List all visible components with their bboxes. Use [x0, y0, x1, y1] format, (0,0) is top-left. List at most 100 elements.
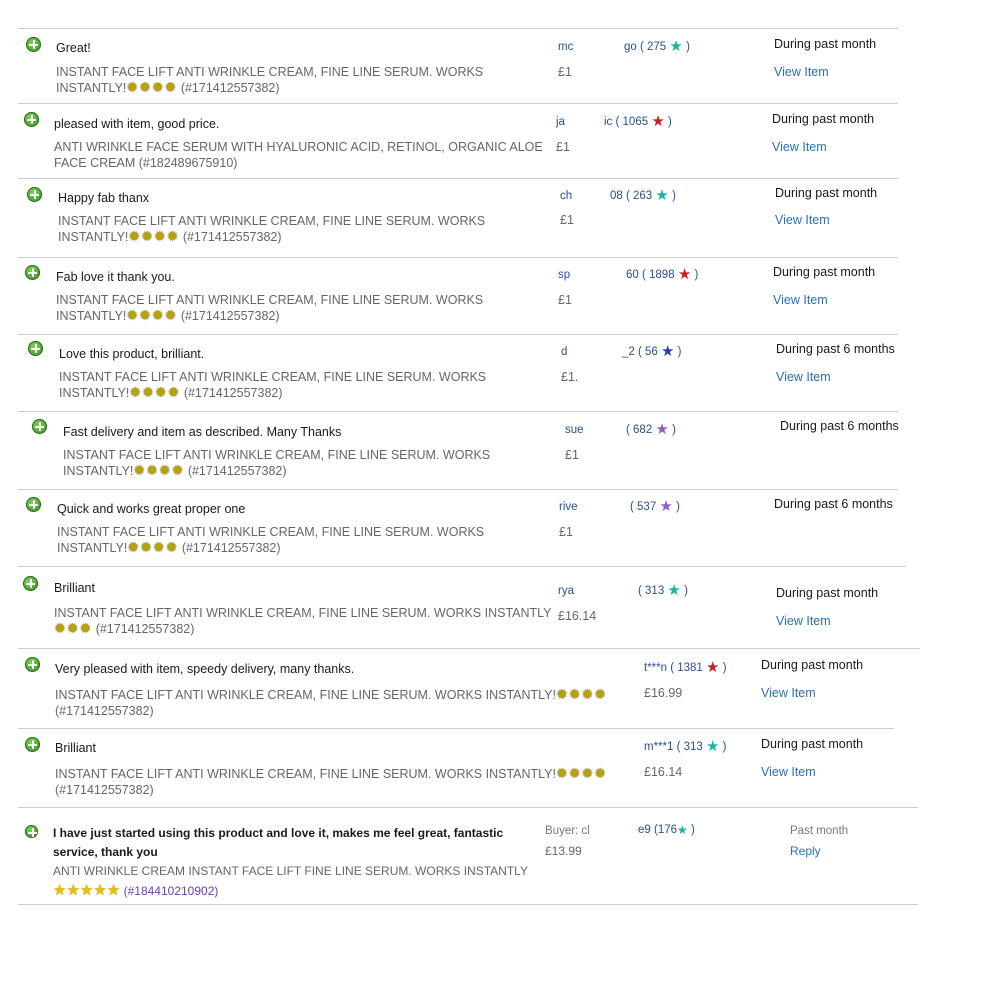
star-icon: ★	[706, 659, 720, 676]
item-number[interactable]: (#171412557382)	[188, 464, 287, 478]
sunburst-icon: ✹✹✹✹	[556, 686, 606, 702]
feedback-period: During past month	[761, 737, 864, 751]
item-number[interactable]: (#171412557382)	[181, 81, 280, 95]
sunburst-icon: ✹✹✹✹	[126, 79, 177, 95]
item-title: ANTI WRINKLE CREAM INSTANT FACE LIFT FIN…	[53, 864, 528, 899]
feedback-period: During past 6 months	[776, 342, 895, 356]
buyer-id[interactable]: Buyer: cl	[545, 825, 590, 837]
green-plus-icon	[24, 112, 39, 127]
buyer-score[interactable]: ( 682 ★ )	[626, 421, 676, 438]
green-plus-icon	[28, 341, 43, 356]
buyer-score[interactable]: 60 ( 1898 ★ )	[626, 267, 698, 282]
feedback-period: During past month	[773, 265, 876, 279]
green-plus-icon	[27, 187, 42, 202]
green-plus-icon	[32, 419, 47, 434]
feedback-row: Great! INSTANT FACE LIFT ANTI WRINKLE CR…	[18, 28, 898, 95]
price: £1	[558, 293, 572, 307]
green-plus-icon	[25, 737, 40, 752]
feedback-row: Brilliant INSTANT FACE LIFT ANTI WRINKLE…	[18, 728, 894, 797]
feedback-row: Brilliant INSTANT FACE LIFT ANTI WRINKLE…	[18, 566, 906, 636]
buyer-score[interactable]: m***1 ( 313 ★ )	[644, 738, 727, 755]
buyer-id[interactable]: d	[561, 346, 567, 358]
view-item-link[interactable]: View Item	[776, 370, 831, 384]
item-number[interactable]: (#171412557382)	[96, 622, 195, 636]
price: £1	[558, 65, 572, 79]
star-icon: ★	[655, 187, 669, 204]
star-icon: ★	[677, 823, 688, 837]
star-icon: ★	[661, 343, 675, 360]
feedback-comment: pleased with item, good price.	[54, 117, 220, 131]
item-title: INSTANT FACE LIFT ANTI WRINKLE CREAM, FI…	[63, 448, 491, 478]
feedback-comment: Great!	[56, 41, 91, 55]
feedback-period: During past 6 months	[774, 497, 893, 511]
view-item-link[interactable]: View Item	[761, 765, 816, 779]
view-item-link[interactable]: View Item	[773, 293, 828, 307]
green-plus-icon	[25, 657, 40, 672]
buyer-id[interactable]: sp	[558, 269, 570, 281]
view-item-link[interactable]: View Item	[772, 140, 827, 154]
buyer-score[interactable]: ic ( 1065 ★ )	[604, 114, 672, 129]
green-plus-icon	[23, 576, 38, 591]
buyer-score[interactable]: go ( 275 ★ )	[624, 38, 690, 55]
item-number[interactable]: (#171412557382)	[183, 230, 282, 244]
feedback-row: pleased with item, good price. ANTI WRIN…	[18, 103, 898, 170]
feedback-row: Happy fab thanx INSTANT FACE LIFT ANTI W…	[18, 178, 898, 244]
sunburst-icon: ✹✹✹✹	[126, 307, 177, 323]
green-plus-icon	[25, 265, 40, 280]
price: £13.99	[545, 844, 582, 858]
feedback-comment: Happy fab thanx	[58, 191, 150, 205]
buyer-score[interactable]: e9 (176★ )	[638, 824, 695, 836]
feedback-row: Fast delivery and item as described. Man…	[18, 411, 899, 478]
view-item-link[interactable]: View Item	[775, 213, 830, 227]
buyer-id[interactable]: sue	[565, 424, 584, 436]
reply-link[interactable]: Reply	[790, 844, 821, 858]
view-item-link[interactable]: View Item	[761, 686, 816, 700]
feedback-period: Past month	[790, 825, 849, 837]
item-title: INSTANT FACE LIFT ANTI WRINKLE CREAM, FI…	[55, 765, 606, 797]
item-title: INSTANT FACE LIFT ANTI WRINKLE CREAM, FI…	[56, 65, 484, 95]
view-item-link[interactable]: View Item	[774, 65, 829, 79]
buyer-score[interactable]: _2 ( 56 ★ )	[622, 343, 682, 360]
item-number[interactable]: (#171412557382)	[182, 541, 281, 555]
feedback-period: During past month	[761, 658, 864, 672]
feedback-period: During past month	[776, 586, 879, 600]
feedback-comment: Quick and works great proper one	[57, 502, 246, 516]
item-title: INSTANT FACE LIFT ANTI WRINKLE CREAM, FI…	[55, 686, 606, 718]
buyer-score[interactable]: ( 313 ★ )	[638, 583, 688, 598]
feedback-period: During past month	[772, 112, 875, 126]
feedback-comment: Love this product, brilliant.	[59, 347, 205, 361]
item-title: ANTI WRINKLE FACE SERUM WITH HYALURONIC …	[54, 140, 543, 170]
feedback-period: During past month	[774, 37, 877, 51]
feedback-comment: Brilliant	[55, 741, 96, 755]
star-icon: ★	[669, 38, 683, 55]
item-number[interactable]: (#171412557382)	[55, 783, 154, 797]
green-plus-icon	[26, 37, 41, 52]
buyer-id[interactable]: rive	[559, 501, 578, 513]
item-title: INSTANT FACE LIFT ANTI WRINKLE CREAM, FI…	[56, 293, 484, 323]
buyer-score[interactable]: 08 ( 263 ★ )	[610, 187, 676, 204]
price: £1.	[561, 370, 579, 384]
feedback-period: During past month	[775, 186, 878, 200]
item-number[interactable]: (#171412557382)	[184, 386, 283, 400]
view-item-link[interactable]: View Item	[776, 614, 831, 628]
star-icon: ★	[706, 738, 720, 755]
buyer-id[interactable]: ch	[560, 190, 572, 202]
star-icon: ★	[655, 421, 669, 438]
green-plus-icon	[26, 497, 41, 512]
buyer-score[interactable]: ( 537 ★ )	[630, 498, 680, 515]
star-icon: ★	[659, 498, 673, 515]
sunburst-icon: ✹✹✹✹	[127, 539, 178, 555]
item-title: INSTANT FACE LIFT ANTI WRINKLE CREAM, FI…	[58, 214, 486, 244]
sunburst-icon: ✹✹✹	[54, 620, 92, 636]
item-number[interactable]: (#171412557382)	[55, 704, 154, 718]
buyer-id[interactable]: ja	[556, 116, 565, 128]
feedback-comment: Fab love it thank you.	[56, 270, 175, 284]
item-number[interactable]: (#171412557382)	[181, 309, 280, 323]
item-title: INSTANT FACE LIFT ANTI WRINKLE CREAM, FI…	[57, 525, 485, 555]
feedback-comment: Brilliant	[54, 581, 95, 595]
item-number[interactable]: (#184410210902)	[124, 884, 219, 898]
buyer-score[interactable]: t***n ( 1381 ★ )	[644, 659, 727, 676]
buyer-id[interactable]: mc	[558, 41, 573, 53]
item-title: INSTANT FACE LIFT ANTI WRINKLE CREAM, FI…	[59, 370, 487, 400]
buyer-id[interactable]: rya	[558, 585, 574, 597]
